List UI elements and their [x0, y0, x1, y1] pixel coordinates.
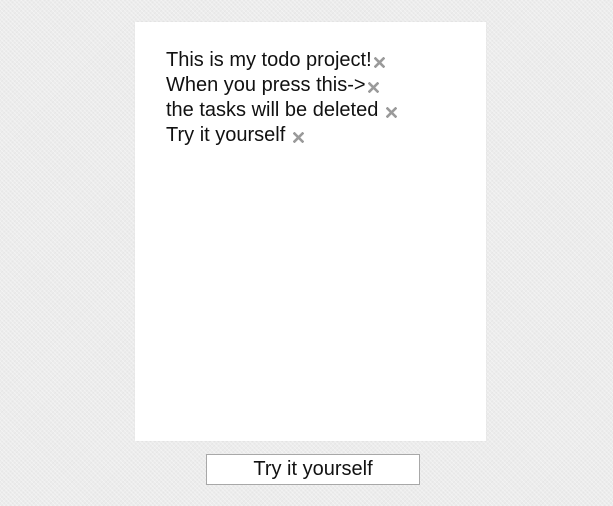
delete-x-icon[interactable] — [385, 106, 397, 118]
todo-panel: This is my todo project! When you press … — [135, 22, 486, 441]
todo-item: the tasks will be deleted — [166, 98, 397, 123]
todo-item-text: This is my todo project! — [166, 49, 372, 71]
todo-item-text: Try it yourself — [166, 124, 286, 146]
todo-list: This is my todo project! When you press … — [166, 48, 397, 148]
todo-item: This is my todo project! — [166, 48, 397, 73]
delete-x-icon[interactable] — [374, 56, 386, 68]
delete-x-icon[interactable] — [292, 131, 304, 143]
todo-item: Try it yourself — [166, 123, 397, 148]
delete-x-icon[interactable] — [368, 81, 380, 93]
todo-item-text: When you press this-> — [166, 74, 366, 96]
todo-item: When you press this-> — [166, 73, 397, 98]
todo-item-text: the tasks will be deleted — [166, 99, 379, 121]
new-todo-input[interactable] — [206, 454, 420, 485]
